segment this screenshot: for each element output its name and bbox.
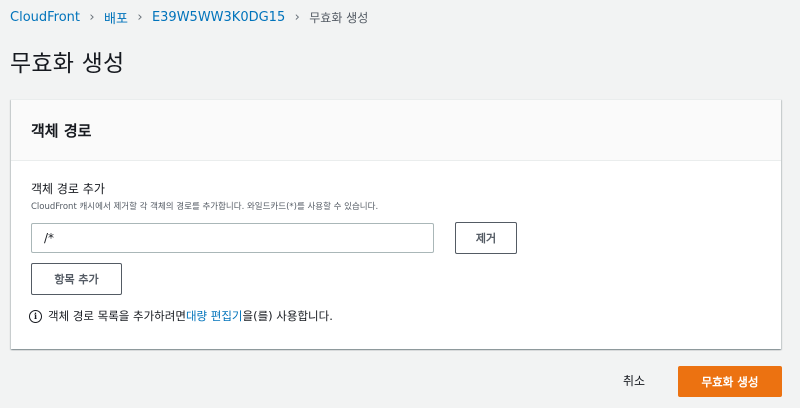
info-icon: i bbox=[29, 309, 42, 323]
add-item-button[interactable]: 항목 추가 bbox=[31, 263, 122, 295]
field-label: 객체 경로 추가 bbox=[31, 182, 105, 196]
breadcrumb-cloudfront[interactable]: CloudFront bbox=[10, 10, 80, 25]
object-path-input[interactable] bbox=[31, 223, 434, 253]
info-text-prefix: 객체 경로 목록을 추가하려면 bbox=[48, 309, 186, 323]
field-description: CloudFront 캐시에서 제거할 각 객체의 경로를 추가합니다. 와일드… bbox=[31, 202, 379, 212]
remove-button[interactable]: 제거 bbox=[455, 222, 517, 254]
info-text-suffix: 을(를) 사용합니다. bbox=[242, 309, 333, 323]
bulk-editor-link[interactable]: 대량 편집기 bbox=[186, 308, 243, 324]
chevron-right-icon: › bbox=[294, 9, 300, 25]
breadcrumb-current: 무효화 생성 bbox=[309, 10, 369, 25]
bulk-editor-info: i 객체 경로 목록을 추가하려면 대량 편집기 을(를) 사용합니다. bbox=[29, 308, 333, 324]
breadcrumb: CloudFront › 배포 › E39W5WW3K0DG15 › 무효화 생… bbox=[10, 6, 368, 28]
chevron-right-icon: › bbox=[89, 9, 95, 25]
cancel-button[interactable]: 취소 bbox=[623, 368, 645, 394]
object-paths-panel: 객체 경로 객체 경로 추가 CloudFront 캐시에서 제거할 각 객체의… bbox=[11, 99, 781, 349]
panel-header: 객체 경로 bbox=[11, 100, 781, 161]
breadcrumb-distributions[interactable]: 배포 bbox=[104, 8, 128, 27]
chevron-right-icon: › bbox=[137, 9, 143, 25]
panel-title: 객체 경로 bbox=[31, 122, 92, 140]
page-title: 무효화 생성 bbox=[10, 51, 125, 77]
create-invalidation-button[interactable]: 무효화 생성 bbox=[678, 366, 782, 397]
breadcrumb-distribution-id[interactable]: E39W5WW3K0DG15 bbox=[152, 10, 285, 25]
